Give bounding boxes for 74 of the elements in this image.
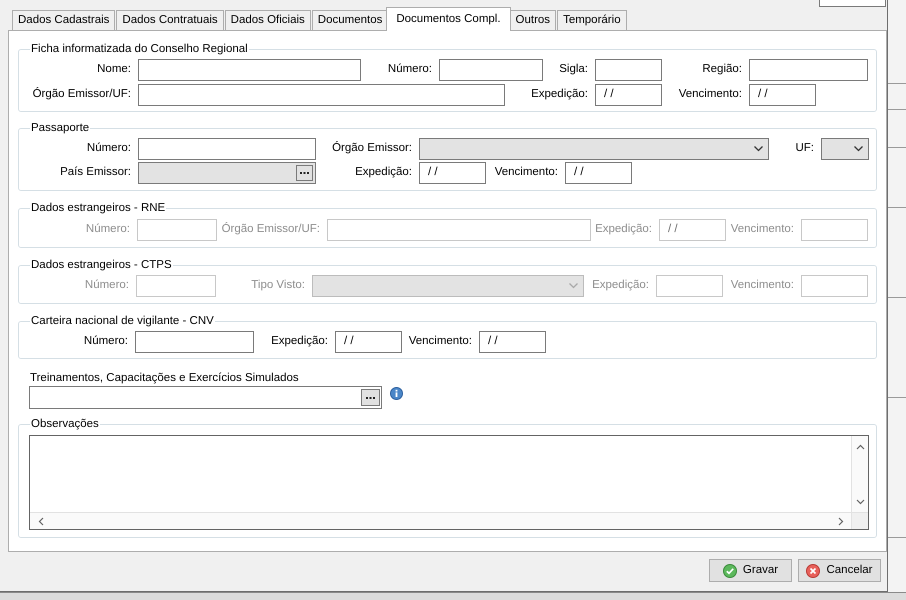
dropdown[interactable] [419,138,769,160]
field-label: Número: [84,334,128,350]
field-label: Vencimento: [678,87,742,102]
chevron-up-icon [856,444,864,450]
field-label: Expedição: [531,87,588,102]
scrollbar-corner [851,512,868,529]
input-field[interactable] [819,0,886,7]
close-circle-icon [806,564,820,578]
notes-field[interactable] [29,435,869,530]
tab[interactable]: Dados Contratuais [116,10,224,30]
text-field[interactable] [595,59,662,81]
text-field[interactable] [138,59,361,81]
tab[interactable]: Temporário [557,10,627,30]
tab[interactable]: Documentos [312,10,388,30]
check-circle-icon [722,564,737,578]
group-title: Dados estrangeiros - CTPS [30,258,173,272]
field-label: Expedição: [595,222,652,238]
group-title: Ficha informatizada do Conselho Regional [30,42,249,56]
dropdown[interactable] [821,138,869,160]
date-field[interactable]: / / [595,84,662,106]
field-label: Vencimento: [494,165,558,180]
group-title: Dados estrangeiros - RNE [30,201,166,215]
field-label: Sigla: [559,62,588,78]
field-label: Nome: [97,62,131,78]
lookup-field[interactable] [138,162,316,184]
group-title: Passaporte [30,121,90,135]
field-label: Expedição: [592,278,649,294]
info-icon[interactable] [390,387,403,400]
field-label: País Emissor: [60,165,131,180]
field-label: Região: [702,62,742,78]
chevron-down-icon [754,146,763,152]
tab[interactable]: Dados Oficiais [224,10,311,30]
date-field[interactable]: / / [749,84,816,106]
text-field[interactable] [135,331,254,353]
field-label: Treinamentos, Capacitações e Exercícios Simulados [30,371,299,385]
text-field[interactable] [439,59,543,81]
tab[interactable]: Dados Cadastrais [12,10,116,30]
chevron-left-icon [38,516,44,526]
field-label: UF: [795,141,814,156]
horizontal-scrollbar[interactable] [30,512,851,529]
date-field[interactable]: / / [419,162,486,184]
field-label: Órgão Emissor/UF: [32,86,131,102]
browse-button[interactable] [296,165,313,181]
chevron-right-icon [838,516,844,526]
chevron-down-icon [569,283,578,289]
save-button[interactable]: Gravar [709,559,792,582]
text-field[interactable] [138,84,505,106]
field-label: Número: [84,278,129,294]
field-label: Número: [86,222,130,238]
tab[interactable]: Documentos Compl. [386,7,511,31]
date-field[interactable]: / / [335,331,402,353]
date-field[interactable]: / / [479,331,546,353]
field-label: Vencimento: [730,278,794,294]
field-label: Vencimento: [408,334,472,350]
cancel-button[interactable]: Cancelar [798,559,881,582]
field-label: Número: [388,62,432,78]
text-field[interactable] [138,138,316,160]
field-label: Tipo Visto: [251,278,305,294]
chevron-down-icon [856,498,864,504]
group-title: Observações [30,417,100,431]
vertical-scrollbar[interactable] [851,436,868,512]
field-label: Órgão Emissor/UF: [222,221,320,238]
chevron-down-icon [854,146,863,152]
field-label: Número: [86,141,131,156]
field-label: Expedição: [271,334,328,350]
text-field[interactable] [749,59,868,81]
field-label: Órgão Emissor: [332,140,412,156]
field-label: Vencimento: [730,222,794,238]
date-field[interactable]: / / [565,162,632,184]
lookup-field[interactable] [29,386,382,409]
tab[interactable]: Outros [510,10,556,30]
field-label: Expedição: [355,165,412,180]
browse-button[interactable] [361,389,380,406]
group-title: Carteira nacional de vigilante - CNV [30,314,215,328]
